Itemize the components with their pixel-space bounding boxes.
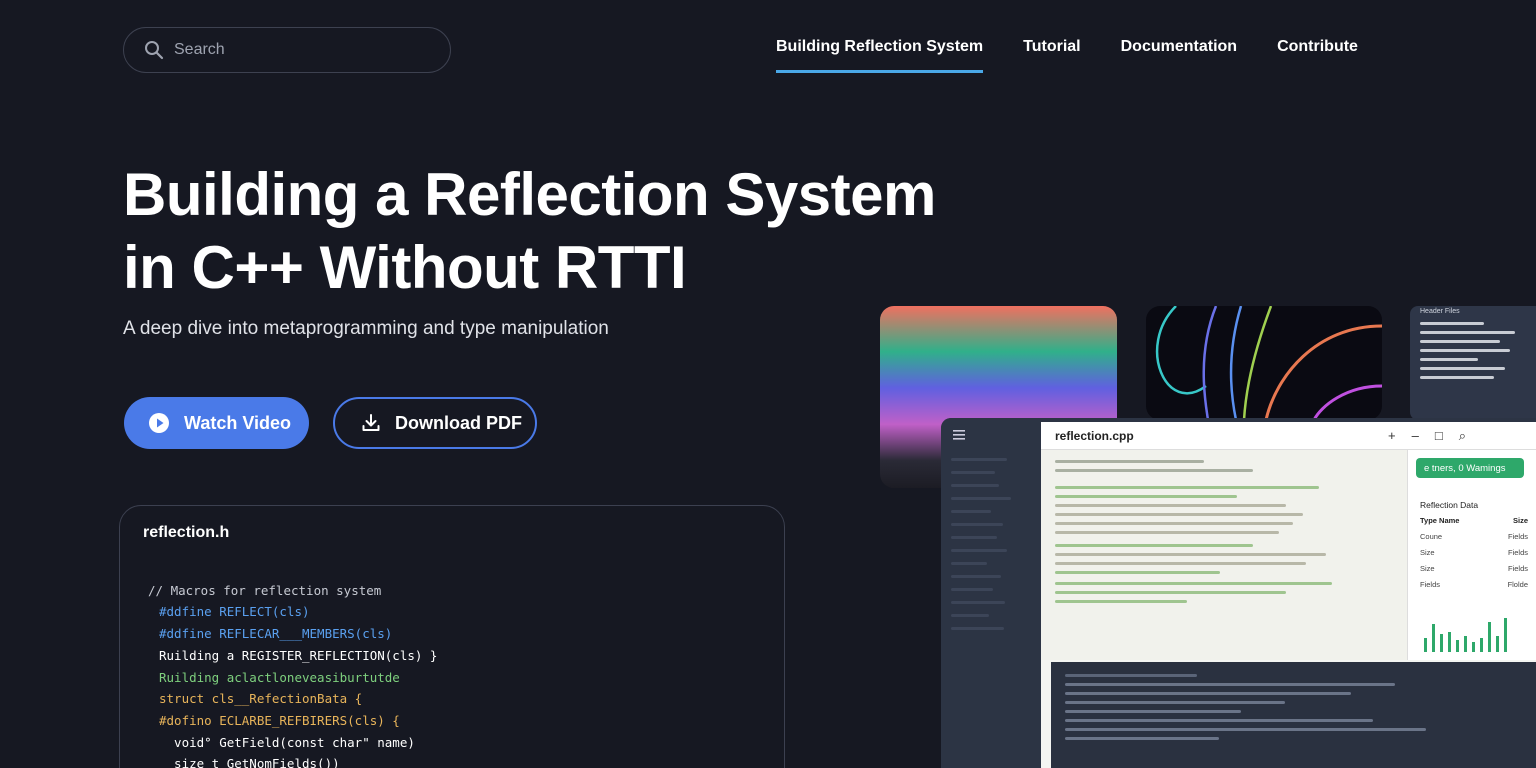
panel-header-type-name: Type Name: [1420, 516, 1460, 525]
table-cell: Coune: [1420, 532, 1443, 541]
header-files-lines: [1420, 322, 1526, 385]
search-placeholder: Search: [174, 41, 225, 58]
mini-bar: [1488, 622, 1491, 652]
nav-contribute[interactable]: Contribute: [1277, 38, 1358, 73]
code-line: size_t GetNomFields()): [159, 756, 340, 768]
code-line: Ruilding aclactloneveasiburtutde: [159, 669, 400, 685]
download-icon: [362, 414, 380, 431]
code-block: // Macros for reflection system #ddfine …: [148, 558, 437, 768]
table-cell: Fields: [1507, 548, 1528, 557]
code-line: struct cls__RefectionBata {: [159, 691, 363, 707]
mini-bar: [1424, 638, 1427, 652]
table-cell: Fields: [1507, 532, 1528, 541]
ide-filename: reflection.cpp: [1055, 428, 1134, 443]
mini-bar: [1456, 640, 1459, 652]
table-cell: Size: [1420, 548, 1435, 557]
nav-documentation[interactable]: Documentation: [1121, 38, 1237, 73]
page-title-line2: in C++ Without RTTI: [123, 234, 687, 301]
ide-sidebar: [941, 418, 1041, 768]
ide-editor[interactable]: [1041, 450, 1407, 660]
page-subtitle: A deep dive into metaprogramming and typ…: [123, 318, 609, 339]
maximize-icon[interactable]: □: [1435, 428, 1443, 444]
download-pdf-button[interactable]: Download PDF: [333, 397, 537, 449]
search-input[interactable]: Search: [123, 27, 451, 73]
terminal-lines: [1065, 674, 1505, 746]
play-icon: [149, 413, 169, 433]
ide-search-icon[interactable]: ⌕: [1459, 428, 1466, 444]
video-thumbnail-curves[interactable]: [1146, 306, 1382, 420]
nav-building-reflection-system[interactable]: Building Reflection System: [776, 38, 984, 73]
ide-sidebar-items: [951, 458, 1031, 640]
table-row: Size Fields: [1420, 564, 1528, 573]
reflection-data-panel: e tners, 0 Wamings Reflection Data Type …: [1407, 450, 1536, 660]
status-badge: e tners, 0 Wamings: [1416, 458, 1524, 478]
code-filename: reflection.h: [143, 524, 230, 541]
table-cell: Flolde: [1507, 580, 1528, 589]
code-card: reflection.h // Macros for reflection sy…: [119, 505, 785, 768]
header-files-title: Header Files: [1420, 308, 1460, 315]
panel-header-size: Size: [1512, 516, 1528, 525]
table-cell: Size: [1420, 564, 1435, 573]
code-line: Ruilding a REGISTER_REFLECTION(cls) }: [159, 647, 438, 663]
add-tab-icon[interactable]: +: [1388, 428, 1396, 444]
mini-bar-chart: [1420, 598, 1528, 652]
top-nav: Building Reflection System Tutorial Docu…: [776, 38, 1398, 73]
window-controls: + – □ ⌕: [1388, 428, 1466, 444]
menu-icon[interactable]: [953, 430, 965, 440]
search-icon: [145, 41, 164, 60]
panel-header-row: Type Name Size: [1420, 516, 1528, 525]
ide-window: reflection.cpp + – □ ⌕ e tners, 0 Waming…: [941, 418, 1536, 768]
table-cell: Fields: [1420, 580, 1441, 589]
mini-bar: [1496, 636, 1499, 652]
mini-bar: [1440, 634, 1443, 652]
mini-bar: [1432, 624, 1435, 652]
table-row: Size Fields: [1420, 548, 1528, 557]
code-line: // Macros for reflection system: [148, 582, 382, 598]
page-title-line1: Building a Reflection System: [123, 161, 936, 228]
code-line: #ddfine REFLECAR___MEMBERS(cls): [159, 626, 393, 642]
watch-video-label: Watch Video: [184, 412, 292, 433]
page-title: Building a Reflection System in C++ With…: [123, 158, 1043, 304]
code-line: void° GetField(const char" name): [159, 734, 415, 750]
mini-bar: [1448, 632, 1451, 652]
header-files-preview[interactable]: Header Files: [1410, 306, 1536, 420]
code-line: #ddfine REFLECT(cls): [159, 604, 310, 620]
table-cell: Fields: [1507, 564, 1528, 573]
table-row: Coune Fields: [1420, 532, 1528, 541]
nav-tutorial[interactable]: Tutorial: [1023, 38, 1080, 73]
ide-main: reflection.cpp + – □ ⌕ e tners, 0 Waming…: [1041, 422, 1536, 768]
download-pdf-label: Download PDF: [395, 412, 522, 433]
minimize-icon[interactable]: –: [1412, 428, 1419, 444]
mini-bar: [1504, 618, 1507, 652]
editor-lines: [1055, 460, 1385, 609]
table-row: Fields Flolde: [1420, 580, 1528, 589]
watch-video-button[interactable]: Watch Video: [124, 397, 309, 449]
curves-illustration: [1155, 306, 1382, 420]
panel-title: Reflection Data: [1420, 500, 1479, 510]
ide-terminal: [1051, 662, 1536, 768]
mini-bar: [1464, 636, 1467, 652]
code-line: #dofino ECLARBE_REFBIRERS(cls) {: [159, 712, 400, 728]
mini-bar: [1472, 642, 1475, 652]
mini-bar: [1480, 638, 1483, 652]
